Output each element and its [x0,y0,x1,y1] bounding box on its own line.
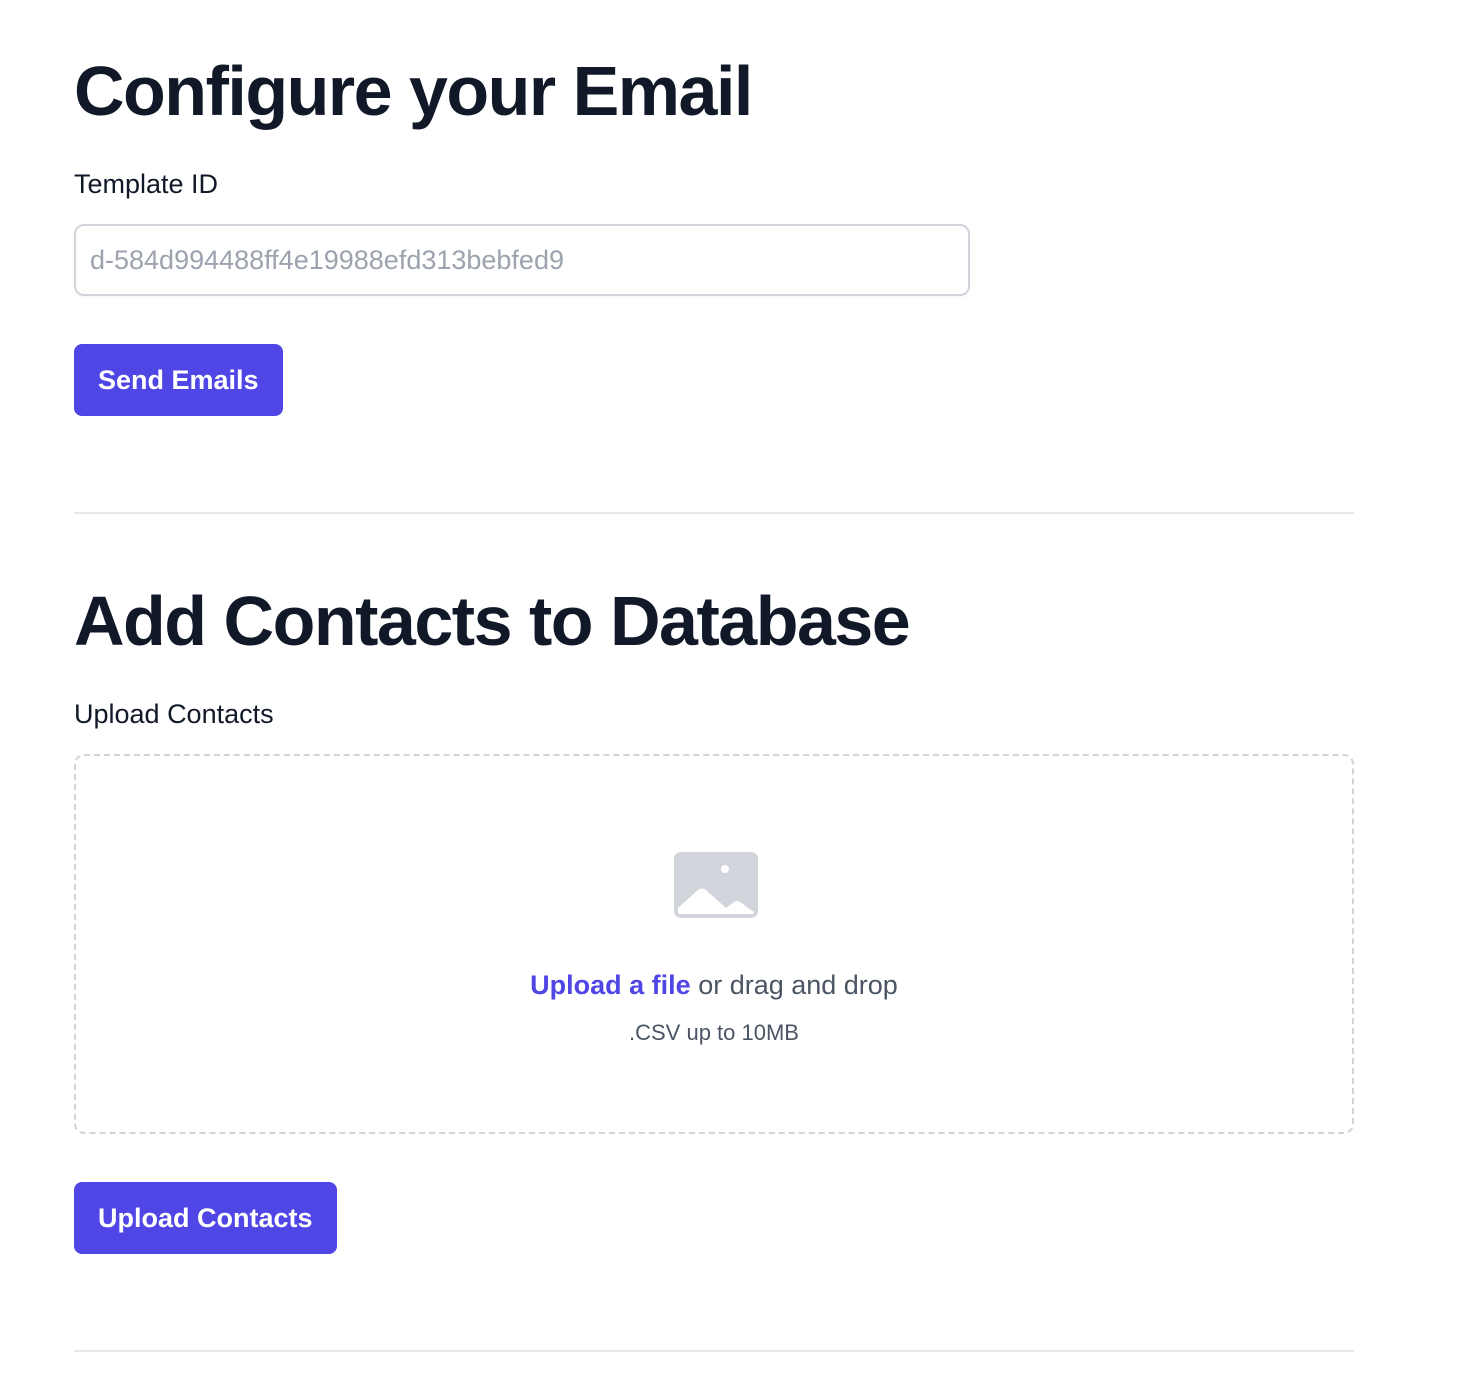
template-id-label: Template ID [74,169,219,199]
section-divider-bottom [74,1350,1354,1352]
dropzone-instructions: Upload a file or drag and drop [76,972,1352,999]
upload-file-link[interactable]: Upload a file [530,970,691,1000]
file-type-hint: .CSV up to 10MB [629,1020,799,1045]
email-section-heading: Configure your Email [74,52,753,130]
file-dropzone[interactable]: Upload a file or drag and drop .CSV up t… [74,754,1354,1134]
drag-drop-text: or drag and drop [690,970,898,1000]
template-id-input[interactable] [74,224,970,296]
send-emails-button[interactable]: Send Emails [74,344,283,416]
upload-contacts-label: Upload Contacts [74,699,274,729]
upload-contacts-button[interactable]: Upload Contacts [74,1182,337,1254]
section-divider [74,512,1354,514]
contacts-section-heading: Add Contacts to Database [74,582,911,660]
image-icon [674,852,758,918]
